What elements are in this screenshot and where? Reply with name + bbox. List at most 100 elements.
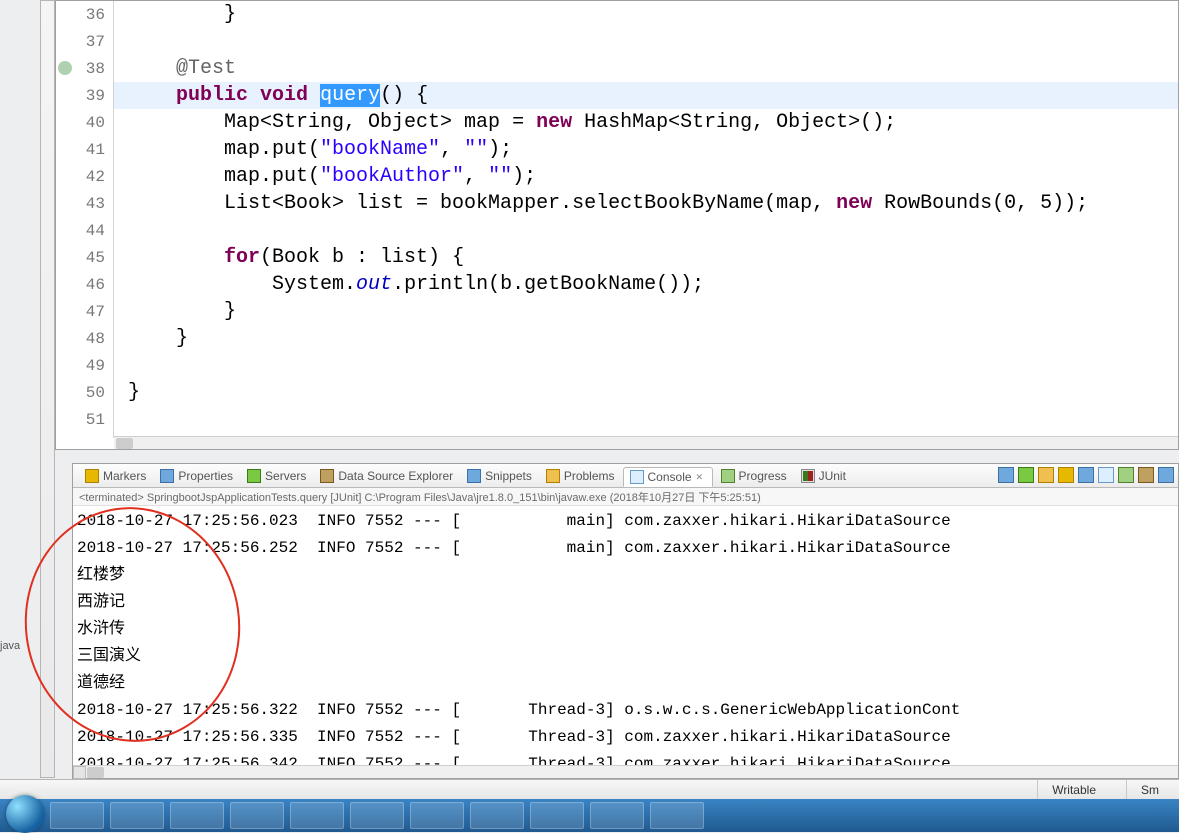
editor-horizontal-scrollbar[interactable] xyxy=(114,436,1178,449)
status-bar: Writable Sm xyxy=(0,779,1179,799)
console-horizontal-scrollbar[interactable] xyxy=(73,765,1178,778)
tab-label: Servers xyxy=(265,469,306,483)
taskbar-app-button[interactable] xyxy=(410,802,464,829)
code-line[interactable]: } xyxy=(114,298,1178,325)
console-line: 2018-10-27 17:25:56.335 INFO 7552 --- [ … xyxy=(77,724,1174,751)
taskbar-app-button[interactable] xyxy=(230,802,284,829)
status-smart-insert: Sm xyxy=(1126,780,1159,799)
code-line[interactable] xyxy=(114,28,1178,55)
view-tab-progress[interactable]: Progress xyxy=(715,467,793,485)
code-line[interactable]: map.put("bookAuthor", ""); xyxy=(114,163,1178,190)
taskbar-app-button[interactable] xyxy=(650,802,704,829)
code-line[interactable]: public void query() { xyxy=(114,82,1178,109)
console-line: 红楼梦 xyxy=(77,562,1174,589)
snippets-icon xyxy=(467,469,481,483)
junit-icon xyxy=(801,469,815,483)
line-number: 42 xyxy=(56,163,113,190)
scrollbar-thumb[interactable] xyxy=(87,767,104,778)
line-number: 51 xyxy=(56,406,113,433)
code-line[interactable]: @Test xyxy=(114,55,1178,82)
code-line[interactable]: List<Book> list = bookMapper.selectBookB… xyxy=(114,190,1178,217)
console-tool-icon[interactable] xyxy=(1058,467,1074,483)
taskbar-app-button[interactable] xyxy=(350,802,404,829)
code-area[interactable]: } @Test public void query() { Map<String… xyxy=(114,1,1178,438)
console-tool-icon[interactable] xyxy=(1078,467,1094,483)
code-line[interactable]: Map<String, Object> map = new HashMap<St… xyxy=(114,109,1178,136)
windows-taskbar[interactable] xyxy=(0,799,1179,832)
taskbar-app-button[interactable] xyxy=(290,802,344,829)
view-tab-problems[interactable]: Problems xyxy=(540,467,621,485)
markers-icon xyxy=(85,469,99,483)
tab-label: JUnit xyxy=(819,469,846,483)
console-toolbar xyxy=(998,467,1174,483)
tab-label: Markers xyxy=(103,469,146,483)
code-line[interactable] xyxy=(114,406,1178,433)
tab-label: Console xyxy=(648,470,692,484)
console-tool-icon[interactable] xyxy=(1018,467,1034,483)
progress-icon xyxy=(721,469,735,483)
console-line: 2018-10-27 17:25:56.023 INFO 7552 --- [ … xyxy=(77,508,1174,535)
view-tab-markers[interactable]: Markers xyxy=(79,467,152,485)
code-editor[interactable]: 36373839404142434445464748495051 } @Test… xyxy=(55,0,1179,450)
left-trim-bar xyxy=(40,0,55,778)
status-writable: Writable xyxy=(1037,780,1096,799)
side-tab-label: java xyxy=(0,640,20,652)
console-tool-icon[interactable] xyxy=(1038,467,1054,483)
code-line[interactable]: for(Book b : list) { xyxy=(114,244,1178,271)
start-button[interactable] xyxy=(6,795,44,833)
code-line[interactable]: } xyxy=(114,379,1178,406)
line-number: 44 xyxy=(56,217,113,244)
line-number: 39 xyxy=(56,82,113,109)
taskbar-app-button[interactable] xyxy=(170,802,224,829)
scrollbar-thumb[interactable] xyxy=(116,438,133,449)
view-tab-snippets[interactable]: Snippets xyxy=(461,467,538,485)
views-tabbar: Markers Properties Servers Data Source Expl… xyxy=(73,464,1178,488)
code-line[interactable]: } xyxy=(114,325,1178,352)
problems-icon xyxy=(546,469,560,483)
console-tool-icon[interactable] xyxy=(1118,467,1134,483)
scroll-left-arrow[interactable] xyxy=(73,766,86,779)
code-line[interactable]: System.out.println(b.getBookName()); xyxy=(114,271,1178,298)
fold-marker-icon[interactable] xyxy=(58,61,72,75)
console-line: 三国演义 xyxy=(77,643,1174,670)
code-line[interactable]: } xyxy=(114,1,1178,28)
console-output[interactable]: 2018-10-27 17:25:56.023 INFO 7552 --- [ … xyxy=(73,506,1178,782)
line-number: 48 xyxy=(56,325,113,352)
console-tool-icon[interactable] xyxy=(1158,467,1174,483)
console-tool-icon[interactable] xyxy=(1138,467,1154,483)
view-tab-servers[interactable]: Servers xyxy=(241,467,312,485)
line-number: 47 xyxy=(56,298,113,325)
taskbar-app-button[interactable] xyxy=(530,802,584,829)
console-tool-icon[interactable] xyxy=(998,467,1014,483)
code-line[interactable]: map.put("bookName", ""); xyxy=(114,136,1178,163)
close-icon[interactable]: ✕ xyxy=(696,472,706,482)
console-icon xyxy=(630,470,644,484)
servers-icon xyxy=(247,469,261,483)
console-tool-icon[interactable] xyxy=(1098,467,1114,483)
line-number: 36 xyxy=(56,1,113,28)
line-number: 37 xyxy=(56,28,113,55)
code-line[interactable] xyxy=(114,217,1178,244)
line-number: 49 xyxy=(56,352,113,379)
tab-label: Snippets xyxy=(485,469,532,483)
tab-label: Properties xyxy=(178,469,233,483)
view-tab-properties[interactable]: Properties xyxy=(154,467,239,485)
taskbar-app-button[interactable] xyxy=(470,802,524,829)
bottom-views-panel: Markers Properties Servers Data Source Expl… xyxy=(72,463,1179,779)
tab-label: Progress xyxy=(739,469,787,483)
view-tab-junit[interactable]: JUnit xyxy=(795,467,852,485)
line-number: 45 xyxy=(56,244,113,271)
console-line: 水浒传 xyxy=(77,616,1174,643)
line-number: 40 xyxy=(56,109,113,136)
taskbar-app-button[interactable] xyxy=(110,802,164,829)
code-line[interactable] xyxy=(114,352,1178,379)
line-number: 43 xyxy=(56,190,113,217)
view-tab-data-source-explorer[interactable]: Data Source Explorer xyxy=(314,467,459,485)
line-number-gutter: 36373839404142434445464748495051 xyxy=(56,1,114,438)
view-tab-console[interactable]: Console ✕ xyxy=(623,467,713,487)
properties-icon xyxy=(160,469,174,483)
taskbar-app-button[interactable] xyxy=(590,802,644,829)
line-number: 50 xyxy=(56,379,113,406)
taskbar-app-button[interactable] xyxy=(50,802,104,829)
tab-label: Problems xyxy=(564,469,615,483)
